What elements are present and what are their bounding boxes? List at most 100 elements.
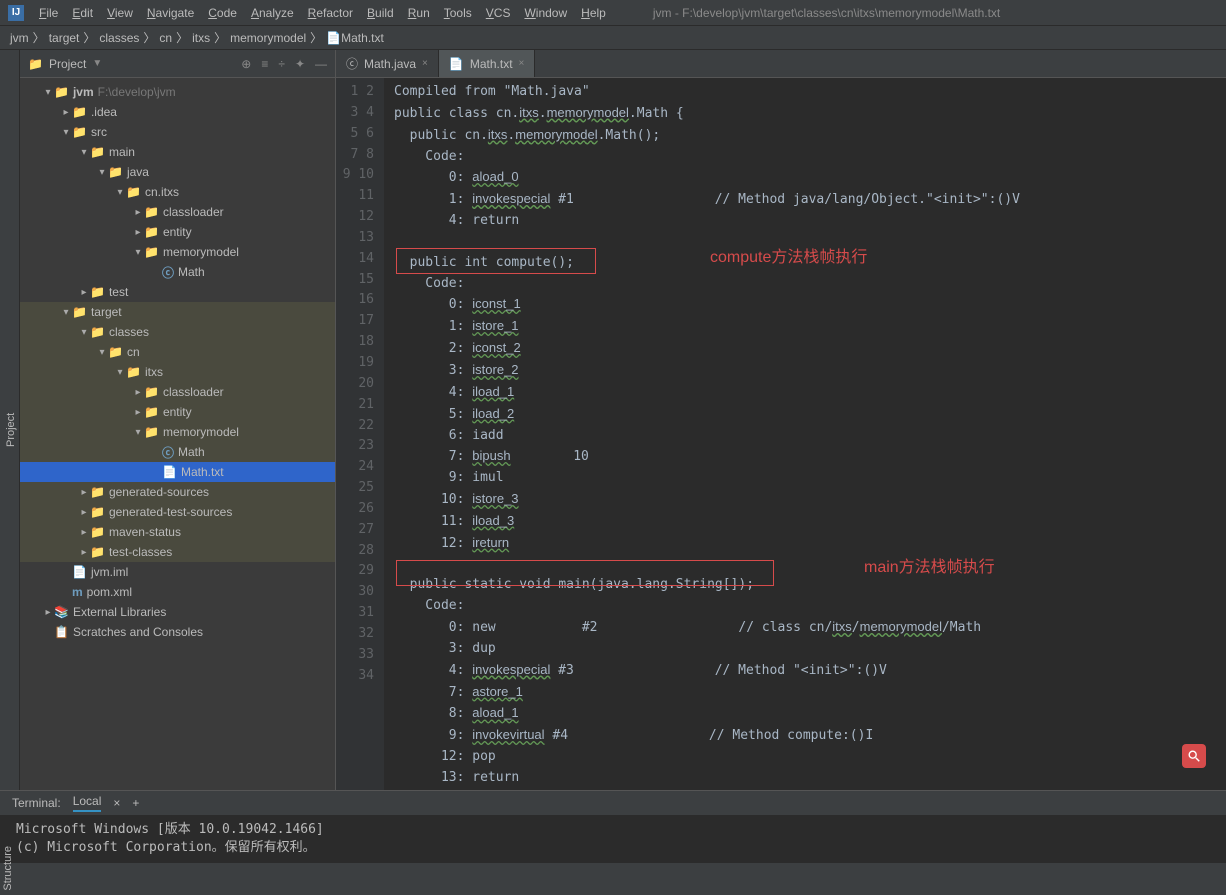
menu-navigate[interactable]: Navigate <box>140 3 201 23</box>
tree-arrow-icon[interactable]: ▸ <box>132 227 144 238</box>
breadcrumb-item[interactable]: cn <box>159 31 172 45</box>
tree-item-generated-sources[interactable]: ▸📁generated-sources <box>20 482 335 502</box>
tree-arrow-icon[interactable]: ▾ <box>42 87 54 98</box>
menu-code[interactable]: Code <box>201 3 244 23</box>
chevron-down-icon[interactable]: ▼ <box>92 58 102 69</box>
editor-content[interactable]: Compiled from "Math.java" public class c… <box>384 78 1226 790</box>
tree-arrow-icon[interactable]: ▾ <box>96 347 108 358</box>
search-icon[interactable] <box>1182 744 1206 768</box>
tree-item-entity[interactable]: ▸📁entity <box>20 222 335 242</box>
tree-item-classloader[interactable]: ▸📁classloader <box>20 382 335 402</box>
tree-arrow-icon[interactable]: ▾ <box>60 127 72 138</box>
tree-item-test[interactable]: ▸📁test <box>20 282 335 302</box>
tree-item-target[interactable]: ▾📁target <box>20 302 335 322</box>
tree-label: cn.itxs <box>145 185 179 199</box>
menu-run[interactable]: Run <box>401 3 437 23</box>
tree-item-cn[interactable]: ▾📁cn <box>20 342 335 362</box>
menu-build[interactable]: Build <box>360 3 401 23</box>
tree-item-external-libraries[interactable]: ▸📚External Libraries <box>20 602 335 622</box>
breadcrumb-item[interactable]: memorymodel <box>230 31 306 45</box>
menu-vcs[interactable]: VCS <box>479 3 518 23</box>
tree-arrow-icon[interactable]: ▾ <box>78 147 90 158</box>
tree-item-cn-itxs[interactable]: ▾📁cn.itxs <box>20 182 335 202</box>
menu-file[interactable]: File <box>32 3 65 23</box>
tree-item-math-txt[interactable]: 📄Math.txt <box>20 462 335 482</box>
panel-tool-icon[interactable]: — <box>315 57 327 71</box>
menu-refactor[interactable]: Refactor <box>301 3 360 23</box>
tree-item-test-classes[interactable]: ▸📁test-classes <box>20 542 335 562</box>
tab-math-java[interactable]: ⓒMath.java× <box>336 50 439 77</box>
tree-item-src[interactable]: ▾📁src <box>20 122 335 142</box>
terminal-output[interactable]: Microsoft Windows [版本 10.0.19042.1466] (… <box>0 815 1226 863</box>
tree-item-jvm[interactable]: ▾📁jvmF:\develop\jvm <box>20 82 335 102</box>
tree-arrow-icon[interactable]: ▸ <box>132 407 144 418</box>
tree-item-java[interactable]: ▾📁java <box>20 162 335 182</box>
menubar: IJ FileEditViewNavigateCodeAnalyzeRefact… <box>0 0 1226 26</box>
tree-arrow-icon[interactable]: ▾ <box>60 307 72 318</box>
tree-item-memorymodel[interactable]: ▾📁memorymodel <box>20 422 335 442</box>
tree-item-generated-test-sources[interactable]: ▸📁generated-test-sources <box>20 502 335 522</box>
tree-arrow-icon[interactable]: ▸ <box>132 387 144 398</box>
tree-arrow-icon[interactable]: ▸ <box>42 607 54 618</box>
tree-item-itxs[interactable]: ▾📁itxs <box>20 362 335 382</box>
tree-arrow-icon[interactable]: ▸ <box>60 107 72 118</box>
panel-tool-icon[interactable]: ≡ <box>261 57 268 71</box>
tree-item-maven-status[interactable]: ▸📁maven-status <box>20 522 335 542</box>
tree-item-entity[interactable]: ▸📁entity <box>20 402 335 422</box>
tree-item-pom-xml[interactable]: mpom.xml <box>20 582 335 602</box>
tree-item-jvm-iml[interactable]: 📄jvm.iml <box>20 562 335 582</box>
menu-help[interactable]: Help <box>574 3 613 23</box>
menu-edit[interactable]: Edit <box>65 3 100 23</box>
menu-view[interactable]: View <box>100 3 140 23</box>
tree-arrow-icon[interactable]: ▾ <box>132 247 144 258</box>
project-tool-tab[interactable]: Project <box>3 70 19 790</box>
tree-label: memorymodel <box>163 425 239 439</box>
tree-arrow-icon[interactable]: ▸ <box>78 527 90 538</box>
panel-tool-icon[interactable]: ÷ <box>278 57 285 71</box>
breadcrumb-item[interactable]: jvm <box>10 31 29 45</box>
terminal-close-icon[interactable]: × <box>113 796 120 810</box>
close-icon[interactable]: × <box>519 58 525 69</box>
tree-item-math[interactable]: ⓒMath <box>20 262 335 282</box>
tree-item-classes[interactable]: ▾📁classes <box>20 322 335 342</box>
tree-icon: 📄 <box>72 565 87 579</box>
tree-arrow-icon[interactable]: ▾ <box>78 327 90 338</box>
tree-arrow-icon[interactable]: ▸ <box>132 207 144 218</box>
panel-tool-icon[interactable]: ⊕ <box>241 57 251 71</box>
tree-item-scratches-and-consoles[interactable]: 📋Scratches and Consoles <box>20 622 335 642</box>
tab-file-icon: 📄 <box>449 57 464 71</box>
tree-item-memorymodel[interactable]: ▾📁memorymodel <box>20 242 335 262</box>
structure-tool-tab[interactable]: Structure <box>0 842 20 895</box>
editor-tabs: ⓒMath.java×📄Math.txt× <box>336 50 1226 78</box>
tree-arrow-icon[interactable]: ▾ <box>96 167 108 178</box>
panel-tool-icon[interactable]: ✦ <box>295 57 305 71</box>
tree-arrow-icon[interactable]: ▸ <box>78 287 90 298</box>
tab-math-txt[interactable]: 📄Math.txt× <box>439 50 535 77</box>
breadcrumb-item[interactable]: itxs <box>192 31 210 45</box>
menu-window[interactable]: Window <box>517 3 574 23</box>
tree-item-main[interactable]: ▾📁main <box>20 142 335 162</box>
file-icon: 📄 <box>326 31 341 45</box>
tree-icon: 📁 <box>90 525 105 539</box>
breadcrumb-item[interactable]: target <box>49 31 80 45</box>
tree-arrow-icon[interactable]: ▸ <box>78 487 90 498</box>
project-tree[interactable]: ▾📁jvmF:\develop\jvm▸📁.idea▾📁src▾📁main▾📁j… <box>20 78 335 790</box>
menu-analyze[interactable]: Analyze <box>244 3 301 23</box>
tree-icon: 📁 <box>90 485 105 499</box>
tree-label: entity <box>163 405 192 419</box>
tree-arrow-icon[interactable]: ▸ <box>78 507 90 518</box>
tree-arrow-icon[interactable]: ▾ <box>132 427 144 438</box>
menu-tools[interactable]: Tools <box>437 3 479 23</box>
tree-arrow-icon[interactable]: ▾ <box>114 367 126 378</box>
breadcrumb-item[interactable]: Math.txt <box>341 31 384 45</box>
terminal-add-icon[interactable]: + <box>132 796 139 810</box>
tree-item-classloader[interactable]: ▸📁classloader <box>20 202 335 222</box>
tree-item-math[interactable]: ⓒMath <box>20 442 335 462</box>
tree-label: test-classes <box>109 545 172 559</box>
tree-item--idea[interactable]: ▸📁.idea <box>20 102 335 122</box>
breadcrumb-item[interactable]: classes <box>99 31 139 45</box>
close-icon[interactable]: × <box>422 58 428 69</box>
tree-arrow-icon[interactable]: ▸ <box>78 547 90 558</box>
terminal-tab[interactable]: Local <box>73 794 102 812</box>
tree-arrow-icon[interactable]: ▾ <box>114 187 126 198</box>
